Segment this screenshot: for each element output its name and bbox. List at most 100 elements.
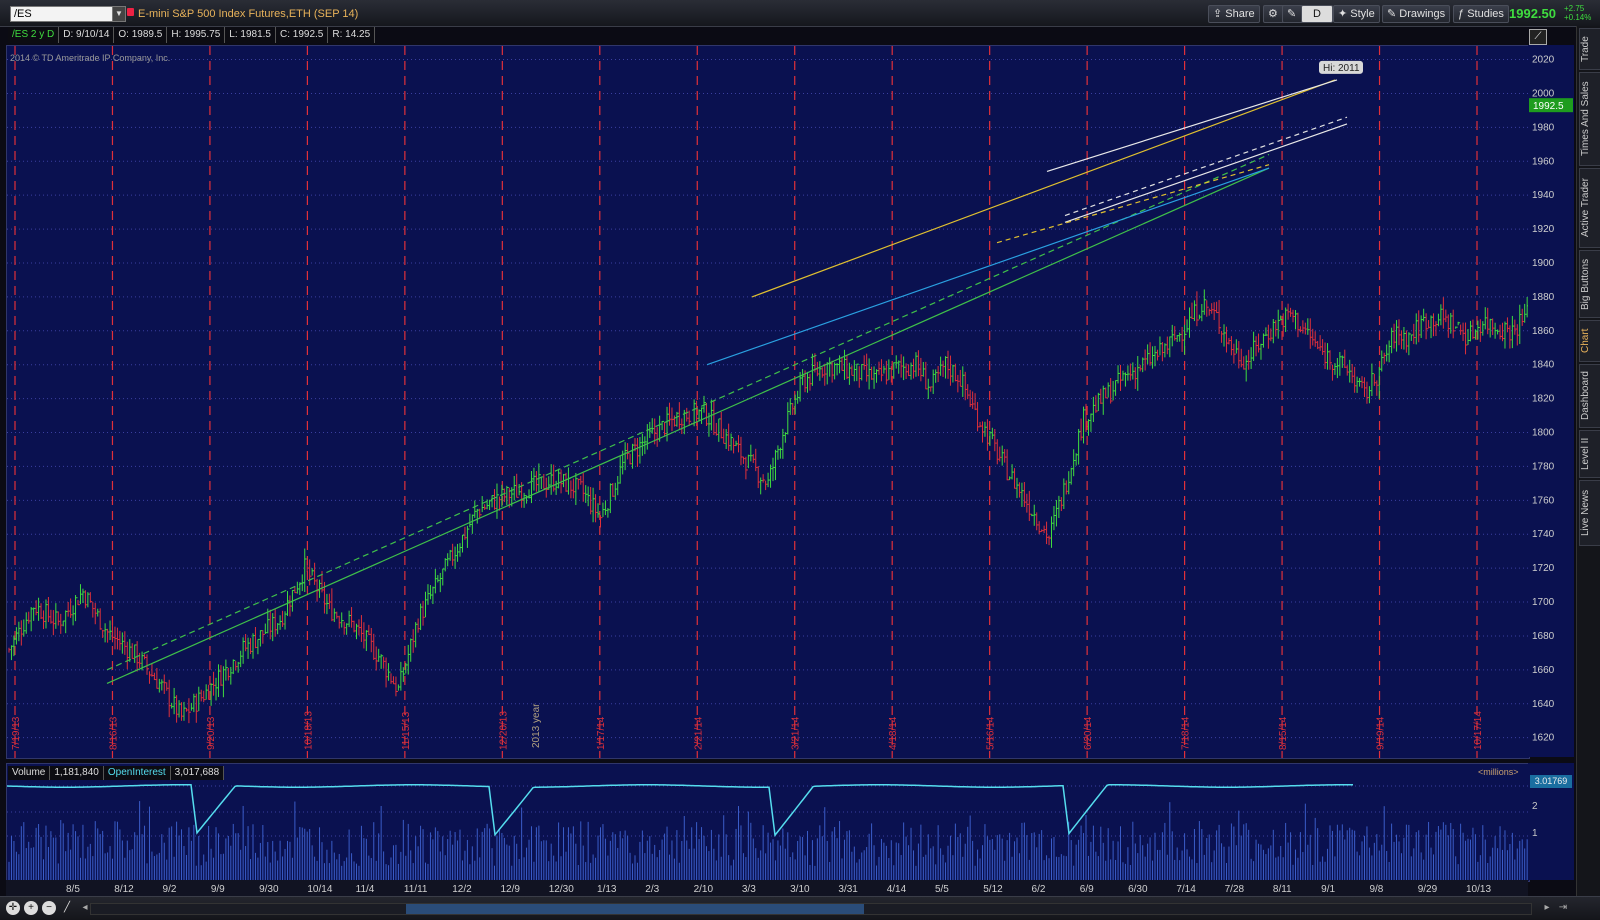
- bar-date: D: 9/10/14: [59, 27, 115, 43]
- tab-chart[interactable]: Chart: [1579, 320, 1600, 362]
- date-tick-label: 12/2: [452, 884, 472, 895]
- tab-active-trader[interactable]: Active Trader: [1579, 168, 1600, 248]
- volume-infobar: Volume 1,181,840 OpenInterest 3,017,688: [8, 766, 225, 780]
- bar-open: O: 1989.5: [114, 27, 168, 43]
- date-tick-label: 9/29: [1418, 884, 1438, 895]
- year-label: 2013 year: [531, 703, 542, 748]
- draw-line-icon[interactable]: ╱: [60, 901, 74, 915]
- price-tick-label: 1940: [1532, 190, 1555, 201]
- symbol-period[interactable]: /ES 2 y D: [8, 27, 60, 43]
- symbol-input[interactable]: /ES: [10, 6, 115, 22]
- tab-times-and-sales[interactable]: Times And Sales: [1579, 72, 1600, 166]
- pencil-icon: ✎: [1387, 8, 1400, 20]
- date-tick-label: 11/4: [356, 884, 375, 895]
- last-price: 1992.50: [1509, 6, 1556, 21]
- symbol-description: E-mini S&P 500 Index Futures,ETH (SEP 14…: [138, 8, 359, 20]
- month-date-label: 1/17/14: [596, 716, 607, 750]
- bar-high: H: 1995.75: [167, 27, 226, 43]
- ohlc-infobar: /ES 2 y D D: 9/10/14 O: 1989.5 H: 1995.75 L:…: [8, 27, 376, 43]
- month-date-label: 4/18/14: [888, 716, 899, 750]
- date-tick-label: 9/1: [1321, 884, 1335, 895]
- price-tick-label: 1800: [1532, 428, 1555, 439]
- date-tick-label: 8/5: [66, 884, 80, 895]
- studies-icon: ƒ: [1458, 8, 1468, 20]
- date-tick-label: 3/3: [742, 884, 756, 895]
- pan-icon[interactable]: ✛: [6, 901, 20, 915]
- date-tick-label: 9/30: [259, 884, 279, 895]
- price-chart[interactable]: 7/19/13 8/16/13 9/20/13 10/18/13 11/15/13 12/…: [7, 46, 1600, 758]
- price-tick-label: 1840: [1532, 360, 1555, 371]
- time-scrollbar[interactable]: [90, 903, 1532, 915]
- white-channel-bottom[interactable]: [1064, 123, 1348, 223]
- oi-label[interactable]: OpenInterest: [103, 766, 171, 780]
- yellow-dashed-line[interactable]: [996, 164, 1270, 244]
- drawings-button[interactable]: ✎ Drawings: [1382, 5, 1451, 23]
- hi-label: Hi: 2011: [1323, 63, 1360, 74]
- tab-level-ii[interactable]: Level II: [1579, 430, 1600, 478]
- date-tick-label: 6/30: [1128, 884, 1148, 895]
- month-date-label: 6/20/14: [1083, 716, 1094, 750]
- zoom-in-icon[interactable]: +: [24, 901, 38, 915]
- dashed-channel[interactable]: [1064, 116, 1348, 217]
- bar-low: L: 1981.5: [225, 27, 276, 43]
- price-tick-label: 1760: [1532, 495, 1555, 506]
- volume-pane[interactable]: [6, 763, 1600, 882]
- date-tick-label: 6/2: [1032, 884, 1046, 895]
- scroll-right-icon[interactable]: ▸: [1540, 901, 1554, 915]
- top-toolbar: /ES ▼ E-mini S&P 500 Index Futures,ETH (…: [0, 0, 1600, 27]
- price-tick-label: 2020: [1532, 55, 1555, 66]
- style-button[interactable]: ✦ Style: [1333, 5, 1380, 23]
- date-tick-label: 8/12: [114, 884, 134, 895]
- tab-trade[interactable]: Trade: [1579, 28, 1600, 70]
- date-tick-label: 8/11: [1273, 884, 1292, 895]
- period-button[interactable]: D: [1301, 5, 1333, 23]
- date-tick-label: 9/8: [1369, 884, 1383, 895]
- flag-icon[interactable]: [127, 8, 134, 16]
- copyright-text: 2014 © TD Ameritrade IP Company, Inc.: [10, 53, 171, 63]
- price-axis-svg: 2020 2000 1980 1960 1940 1920 1900 1880 1860 1840…: [1529, 55, 1573, 744]
- date-tick-label: 5/5: [935, 884, 949, 895]
- price-tag: 1992.5: [1533, 101, 1564, 112]
- month-date-label: 8/15/14: [1278, 716, 1289, 750]
- zoom-out-icon[interactable]: −: [42, 901, 56, 915]
- tab-live-news[interactable]: Live News: [1579, 480, 1600, 546]
- date-tick-label: 12/9: [500, 884, 520, 895]
- cursor-tool-icon[interactable]: ⟋: [1529, 29, 1547, 45]
- date-tick-label: 11/11: [404, 884, 428, 895]
- tab-big-buttons[interactable]: Big Buttons: [1579, 250, 1600, 318]
- date-tick-label: 2/3: [645, 884, 659, 895]
- studies-button[interactable]: ƒ Studies: [1453, 5, 1509, 23]
- share-button[interactable]: ⇪ Share: [1208, 5, 1260, 23]
- bottom-toolbar: ✛ + − ╱ ◂ ▸ ⇥: [0, 896, 1600, 920]
- month-date-label: 2/21/14: [693, 716, 704, 750]
- vol-tick-1: 1: [1532, 828, 1538, 839]
- volume-label[interactable]: Volume: [8, 766, 51, 780]
- tab-dashboard[interactable]: Dashboard: [1579, 364, 1600, 428]
- month-date-label: 12/20/13: [498, 711, 509, 750]
- studies-label: Studies: [1467, 8, 1504, 20]
- dashed-trendline[interactable]: [106, 153, 1270, 671]
- yellow-channel-top[interactable]: [751, 79, 1336, 298]
- price-tick-label: 1680: [1532, 631, 1555, 642]
- long-support-trendline[interactable]: [106, 167, 1270, 684]
- month-date-label: 8/16/13: [108, 716, 119, 750]
- month-date-label: 10/18/13: [303, 711, 314, 750]
- price-tick-label: 1820: [1532, 394, 1555, 405]
- wrench-icon: ✎: [1287, 8, 1297, 20]
- date-tick-label: 10/14: [307, 884, 332, 895]
- date-tick-label: 7/14: [1176, 884, 1196, 895]
- date-tick-label: 4/14: [887, 884, 907, 895]
- symbol-dropdown-icon[interactable]: ▼: [112, 6, 126, 22]
- scroll-end-icon[interactable]: ⇥: [1556, 901, 1570, 915]
- month-date-label: 11/15/13: [401, 711, 412, 750]
- date-tick-label: 7/28: [1225, 884, 1245, 895]
- scroll-thumb[interactable]: [406, 904, 864, 914]
- change-abs: +2.75: [1564, 4, 1585, 13]
- volume-chart: [6, 784, 1600, 881]
- month-date-label: 9/19/14: [1376, 716, 1387, 750]
- price-tick-label: 1700: [1532, 597, 1555, 608]
- date-tick-label: 9/2: [163, 884, 177, 895]
- date-tick-label: 5/12: [983, 884, 1003, 895]
- price-tick-label: 1880: [1532, 292, 1555, 303]
- price-chart-pane[interactable]: 7/19/13 8/16/13 9/20/13 10/18/13 11/15/13 12/…: [6, 45, 1600, 759]
